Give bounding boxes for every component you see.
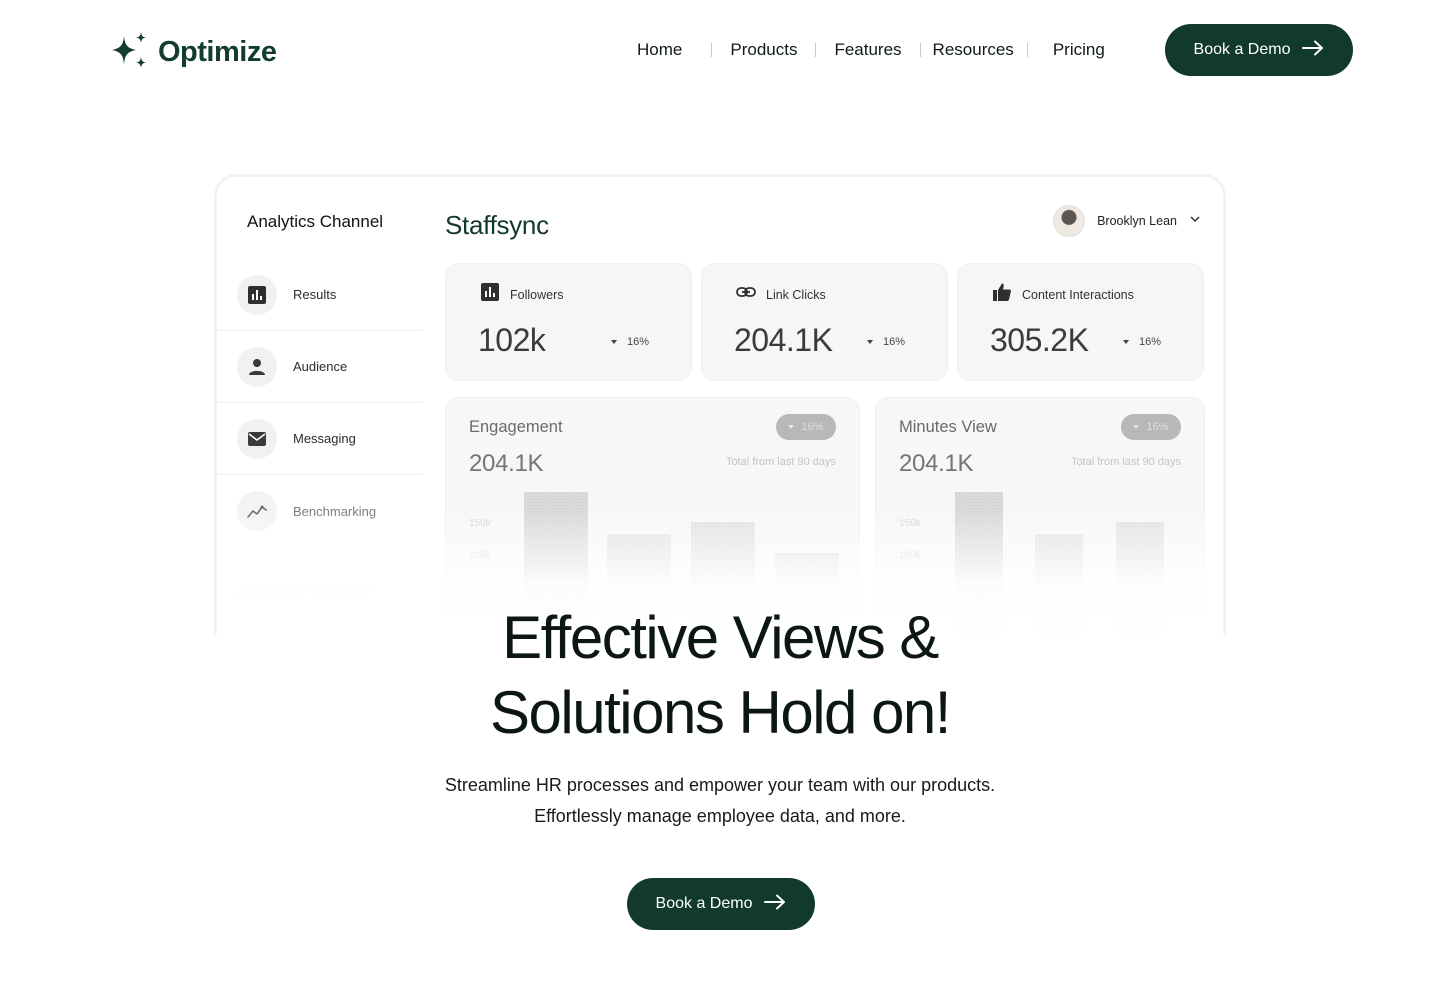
nav-pricing[interactable]: Pricing: [1053, 40, 1105, 60]
nav-divider: [1026, 43, 1028, 57]
arrow-right-icon: [764, 894, 786, 915]
arrow-right-icon: [1302, 40, 1324, 61]
sidebar-item-messaging[interactable]: Messaging: [217, 403, 423, 475]
sidebar-item-benchmarking[interactable]: Benchmarking: [217, 475, 423, 547]
engagement-card: Engagement 16% 204.1K Total from last 90…: [445, 397, 860, 634]
nav-divider: [711, 43, 713, 57]
card-value: 204.1K: [899, 450, 974, 477]
thumbs-up-icon: [992, 282, 1012, 307]
sidebar-title: Analytics Channel: [247, 212, 384, 231]
minutes-view-card: Minutes View 16% 204.1K Total from last …: [875, 397, 1205, 634]
caret-down-icon: [1122, 340, 1129, 344]
sidebar-section-ghost: Analytics Channel: [237, 581, 374, 600]
y-tick-label: 50k: [899, 582, 916, 593]
nav-divider: [815, 43, 817, 57]
main-nav: Home Products Features Resources Pricing: [620, 37, 1105, 63]
person-icon: [237, 346, 277, 387]
stat-delta-value: 16%: [1138, 336, 1161, 348]
stat-delta-value: 16%: [626, 336, 649, 348]
delta-badge-value: 16%: [801, 421, 824, 433]
card-title: Engagement: [469, 418, 563, 436]
delta-badge: 16%: [776, 414, 836, 440]
card-subtitle: Total from last 90 days: [1070, 456, 1181, 468]
brand-name: Optimize: [158, 36, 277, 68]
hero-title: Effective Views & Solutions Hold on!: [0, 600, 1440, 750]
delta-badge: 16%: [1121, 414, 1181, 440]
hero-subtitle-line2: Effortlessly manage employee data, and m…: [534, 806, 906, 826]
stat-value: 102k: [478, 322, 546, 358]
sidebar-item-results[interactable]: Results: [217, 259, 423, 331]
y-tick-label: 100k: [469, 550, 491, 561]
hero-subtitle-line1: Streamline HR processes and empower your…: [444, 775, 996, 795]
nav-products[interactable]: Products: [730, 40, 797, 60]
sparkle-icon: [110, 30, 150, 75]
trend-icon: [237, 491, 277, 531]
stat-label: Content Interactions: [1022, 287, 1134, 302]
hero-book-demo-button[interactable]: Book a Demo: [627, 878, 815, 930]
landing-page: Optimize Home Products Features Resource…: [0, 0, 1440, 1000]
nav-divider: [919, 43, 921, 57]
stat-card-link-clicks: Link Clicks 204.1K 16%: [701, 263, 948, 381]
card-subtitle: Total from last 90 days: [725, 456, 836, 468]
user-menu[interactable]: Brooklyn Lean: [1053, 205, 1201, 237]
stat-value: 305.2K: [990, 322, 1089, 358]
logo[interactable]: Optimize: [110, 30, 277, 75]
hero-title-line2: Solutions Hold on!: [490, 679, 951, 746]
stat-label: Link Clicks: [766, 287, 826, 302]
book-demo-label: Book a Demo: [655, 895, 753, 912]
card-value: 204.1K: [469, 450, 544, 477]
stat-delta-value: 16%: [882, 336, 905, 348]
nav-features[interactable]: Features: [834, 40, 901, 60]
stat-delta: 16%: [610, 336, 649, 348]
book-demo-label: Book a Demo: [1193, 41, 1291, 58]
book-demo-button[interactable]: Book a Demo: [1165, 24, 1353, 76]
caret-down-icon: [1133, 425, 1140, 429]
dashboard-preview: Analytics Channel Results Audience Messa…: [214, 174, 1226, 634]
avatar: [1053, 205, 1086, 237]
caret-down-icon: [610, 340, 617, 344]
delta-badge-value: 16%: [1146, 421, 1169, 433]
y-tick-label: 50k: [469, 582, 486, 593]
sidebar-item-audience[interactable]: Audience: [217, 331, 423, 403]
nav-resources[interactable]: Resources: [933, 40, 1014, 60]
sidebar-item-label: Audience: [293, 359, 348, 374]
y-tick-label: 100k: [899, 550, 921, 561]
caret-down-icon: [866, 340, 873, 344]
nav-home[interactable]: Home: [637, 40, 682, 60]
bar-chart-icon: [237, 274, 277, 315]
mail-icon: [237, 418, 277, 459]
sidebar-item-label: Benchmarking: [293, 503, 377, 519]
stat-delta: 16%: [1122, 336, 1161, 348]
sidebar-item-label: Results: [293, 287, 337, 302]
hero-title-line1: Effective Views &: [502, 604, 939, 671]
y-tick-label: 150k: [899, 518, 921, 529]
caret-down-icon: [788, 425, 795, 429]
app-title: Staffsync: [445, 210, 549, 240]
stat-card-content-interactions: Content Interactions 305.2K 16%: [957, 263, 1204, 381]
stat-label: Followers: [510, 287, 564, 302]
user-name: Brooklyn Lean: [1097, 214, 1177, 228]
card-title: Minutes View: [899, 418, 997, 436]
chart-icon: [480, 282, 500, 307]
chevron-down-icon: [1189, 212, 1201, 230]
hero-subtitle: Streamline HR processes and empower your…: [0, 770, 1440, 832]
stat-value: 204.1K: [734, 322, 833, 358]
stat-card-followers: Followers 102k 16%: [445, 263, 692, 381]
link-icon: [736, 282, 756, 307]
stat-delta: 16%: [866, 336, 905, 348]
y-tick-label: 150k: [469, 518, 491, 529]
sidebar-item-label: Messaging: [293, 431, 356, 446]
